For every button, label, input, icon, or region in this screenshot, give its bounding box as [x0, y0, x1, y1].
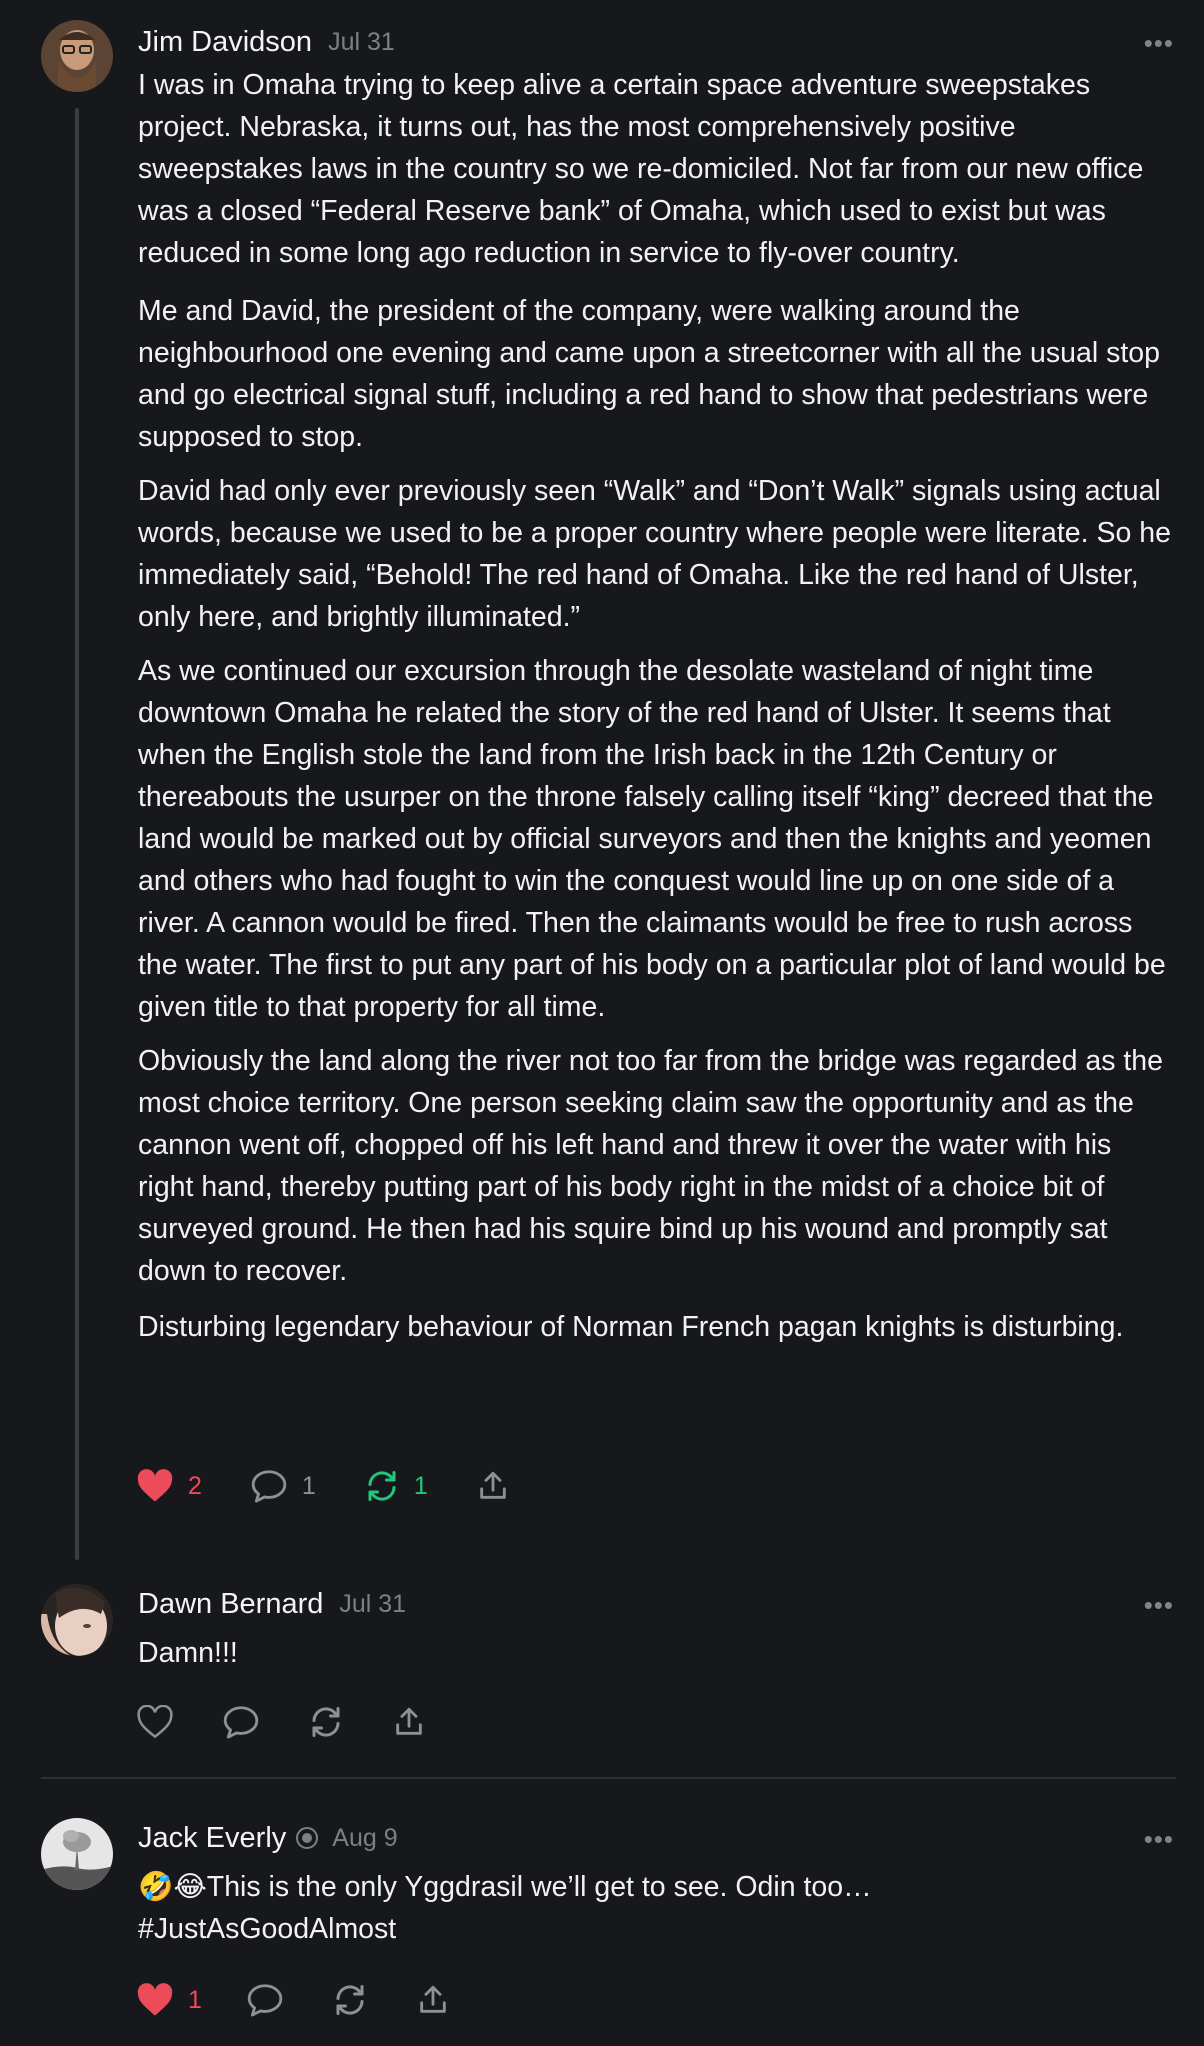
more-options-button[interactable]: •••	[1144, 1590, 1174, 1621]
reply-button[interactable]: 1	[250, 1468, 316, 1504]
post-actions	[136, 1704, 474, 1740]
heart-icon	[137, 1469, 173, 1502]
post-paragraph: Disturbing legendary behaviour of Norman…	[138, 1311, 1124, 1343]
post-date[interactable]: Jul 31	[328, 28, 395, 57]
post-paragraph: As we continued our excursion through th…	[138, 655, 1166, 1023]
post-text: Damn!!!	[138, 1637, 238, 1669]
post-body: Damn!!!	[138, 1632, 1174, 1674]
author-name[interactable]: Jim Davidson	[138, 26, 312, 59]
speech-bubble-icon	[247, 1984, 283, 2017]
reply-count: 1	[301, 1471, 316, 1500]
repost-button[interactable]	[308, 1704, 344, 1740]
post-actions: 1	[136, 1982, 498, 2018]
share-button[interactable]	[392, 1705, 426, 1739]
post-date[interactable]: Jul 31	[339, 1590, 406, 1619]
share-button[interactable]	[416, 1983, 450, 2017]
heart-icon	[137, 1983, 173, 2016]
post-actions: 2 1 1	[136, 1468, 558, 1504]
post: Jack Everly Aug 9 🤣😂This is the only Ygg…	[0, 1820, 1204, 1950]
post-paragraph: Obviously the land along the river not t…	[138, 1045, 1163, 1287]
like-button[interactable]: 2	[136, 1469, 202, 1503]
verified-badge-icon	[296, 1827, 319, 1849]
like-button[interactable]: 1	[136, 1983, 202, 2017]
share-icon	[420, 1985, 446, 2013]
more-options-button[interactable]: •••	[1144, 1824, 1174, 1855]
post-header: Dawn Bernard Jul 31	[138, 1586, 1174, 1622]
post-paragraph: Me and David, the president of the compa…	[138, 295, 1160, 453]
post: Dawn Bernard Jul 31 Damn!!!	[0, 1586, 1204, 1674]
repost-count: 1	[413, 1471, 428, 1500]
repost-button[interactable]: 1	[364, 1468, 428, 1504]
reply-button[interactable]	[246, 1982, 284, 2018]
post-header: Jim Davidson Jul 31	[138, 24, 1174, 60]
post-body: 🤣😂This is the only Yggdrasil we’ll get t…	[138, 1866, 1174, 1950]
post-paragraph: David had only ever previously seen “Wal…	[138, 475, 1171, 633]
more-options-button[interactable]: •••	[1144, 28, 1174, 59]
repost-button[interactable]	[332, 1982, 368, 2018]
post-paragraph: I was in Omaha trying to keep alive a ce…	[138, 69, 1144, 269]
like-button[interactable]	[136, 1705, 174, 1739]
speech-bubble-icon	[251, 1470, 287, 1503]
speech-bubble-icon	[223, 1706, 259, 1739]
like-count: 1	[188, 1985, 202, 2014]
share-button[interactable]	[476, 1469, 510, 1503]
heart-icon	[137, 1705, 173, 1739]
reply-button[interactable]	[222, 1704, 260, 1740]
repost-icon	[368, 1471, 396, 1501]
share-icon	[396, 1707, 422, 1735]
author-name[interactable]: Jack Everly	[138, 1822, 286, 1855]
repost-icon	[312, 1707, 340, 1737]
author-name[interactable]: Dawn Bernard	[138, 1588, 323, 1621]
share-icon	[479, 1471, 506, 1499]
divider	[41, 1777, 1176, 1779]
post-body: I was in Omaha trying to keep alive a ce…	[138, 64, 1174, 1348]
post-date[interactable]: Aug 9	[332, 1824, 397, 1853]
thread-feed: Jim Davidson Jul 31 I was in Omaha tryin…	[0, 0, 1204, 2046]
repost-icon	[336, 1985, 364, 2015]
post-text: 🤣😂This is the only Yggdrasil we’ll get t…	[138, 1871, 872, 1945]
post: Jim Davidson Jul 31 I was in Omaha tryin…	[0, 24, 1204, 1348]
post-header: Jack Everly Aug 9	[138, 1820, 1174, 1856]
like-count: 2	[188, 1471, 202, 1500]
